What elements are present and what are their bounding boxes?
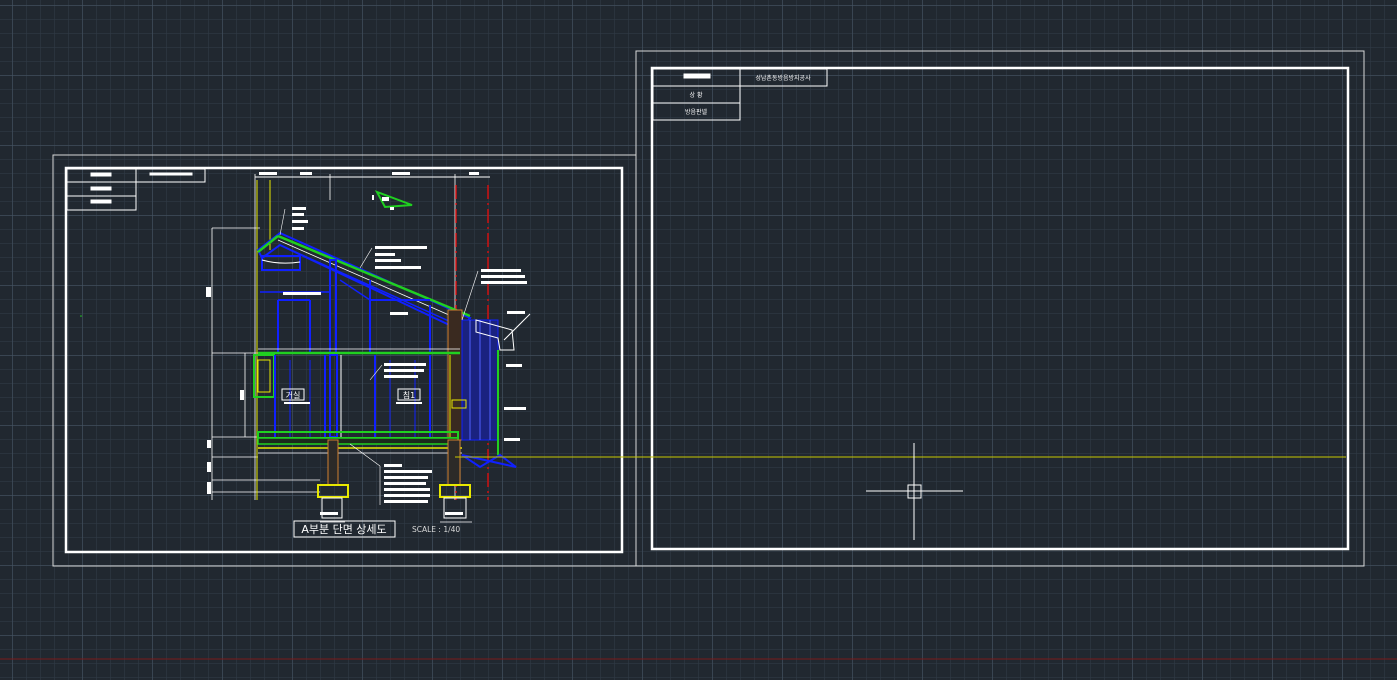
right-sheet[interactable]: 성남촌동방음방지공사 상 황 방음판넬 xyxy=(635,50,1365,567)
room-label-living: 거실 xyxy=(286,390,301,400)
right-sheet-outer-border xyxy=(635,50,1365,567)
right-sheet-inner-border xyxy=(650,66,1350,551)
model-space-canvas[interactable]: 거실 침1 A부분 단면 상세도 SCALE: 1/40 성남촌동방음방지공사… xyxy=(0,0,1397,680)
title-block-row2: 상 황 xyxy=(690,91,703,99)
title-block-project: 성남촌동방음방지공사 xyxy=(755,74,811,82)
left-sheet-outer-border xyxy=(52,154,637,567)
title-block-row3: 방음판넬 xyxy=(685,108,708,116)
stray-point xyxy=(80,315,82,317)
drawing-scale: SCALE : 1/40 xyxy=(412,525,460,534)
left-sheet[interactable]: 거실 침1 A부분 단면 상세도 SCALE: 1/40 xyxy=(52,154,637,567)
drawing-title: A부분 단면 상세도 xyxy=(301,523,386,536)
crosshair-cursor-icon xyxy=(866,443,963,540)
room-label-bedroom: 침1 xyxy=(403,391,415,400)
section-detail-drawing: 거실 침1 xyxy=(206,172,531,523)
left-title-block xyxy=(66,168,206,211)
left-sheet-inner-border xyxy=(64,166,624,554)
